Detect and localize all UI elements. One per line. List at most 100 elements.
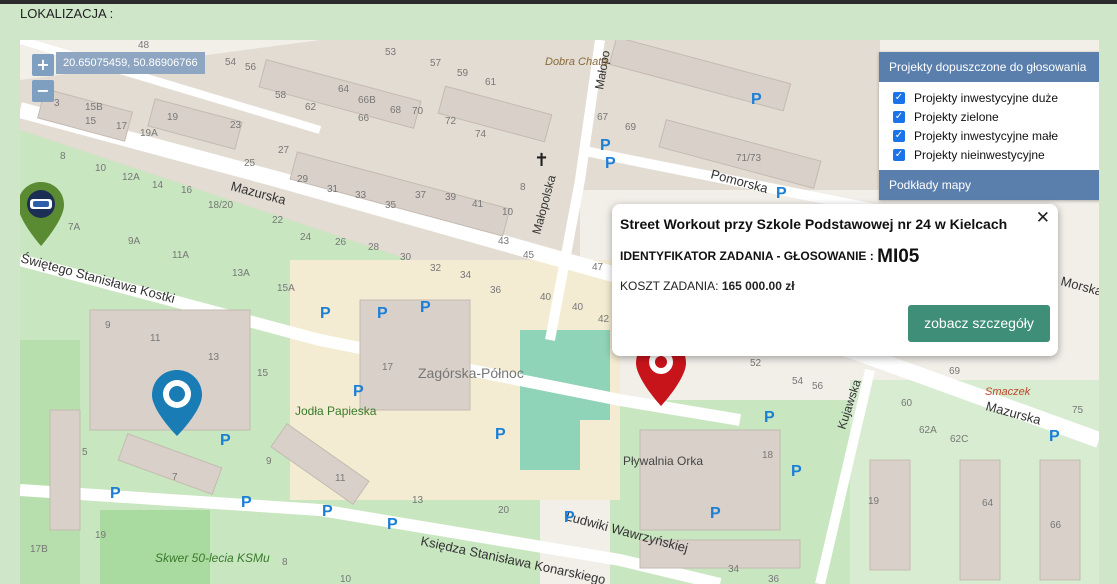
svg-text:26: 26: [335, 237, 347, 248]
layer-item-large-investment[interactable]: ✓ Projekty inwestycyjne duże: [893, 88, 1094, 107]
details-button[interactable]: zobacz szczegóły: [908, 305, 1050, 342]
place-label: Jodła Papieska: [295, 404, 377, 418]
place-label: Skwer 50-lecia KSMu: [155, 551, 270, 565]
parking-icon: P: [377, 305, 388, 322]
layer-item-small-investment[interactable]: ✓ Projekty inwestycyjne małe: [893, 126, 1094, 145]
svg-text:58: 58: [275, 90, 287, 101]
svg-text:40: 40: [572, 302, 584, 313]
svg-text:27: 27: [278, 145, 290, 156]
green-map-pin-icon[interactable]: [20, 180, 66, 248]
svg-text:24: 24: [300, 232, 312, 243]
top-bar: [0, 0, 1117, 4]
layer-label: Projekty nieinwestycyjne: [914, 147, 1045, 162]
svg-text:35: 35: [385, 200, 397, 211]
svg-text:53: 53: [385, 47, 397, 58]
svg-text:23: 23: [230, 120, 242, 131]
svg-text:69: 69: [625, 122, 637, 133]
popup-cost-value: 165 000.00 zł: [721, 279, 795, 293]
svg-text:64: 64: [338, 84, 350, 95]
svg-text:8: 8: [282, 557, 288, 568]
svg-text:15A: 15A: [277, 283, 295, 294]
svg-text:18: 18: [762, 450, 774, 461]
place-label: Smaczek: [985, 386, 1031, 398]
svg-text:52: 52: [750, 358, 762, 369]
svg-text:9: 9: [105, 320, 111, 331]
svg-text:66: 66: [358, 113, 370, 124]
base-maps-header[interactable]: Podkłady mapy: [879, 170, 1099, 200]
place-label: Zagórska-Północ: [418, 365, 524, 381]
svg-text:74: 74: [475, 129, 487, 140]
parking-icon: P: [764, 409, 775, 426]
parking-icon: P: [420, 299, 431, 316]
svg-text:5: 5: [82, 447, 88, 458]
layer-label: Projekty inwestycyjne duże: [914, 90, 1059, 105]
svg-text:17: 17: [116, 121, 128, 132]
svg-text:34: 34: [460, 270, 472, 281]
svg-text:20: 20: [498, 505, 510, 516]
parking-icon: P: [322, 503, 333, 520]
close-icon[interactable]: ✕: [1036, 208, 1050, 228]
map[interactable]: Mazurska Świętego Stanisława Kostki Mało…: [20, 40, 1099, 584]
svg-text:69: 69: [949, 366, 961, 377]
svg-text:42: 42: [598, 314, 610, 325]
svg-text:62C: 62C: [950, 434, 968, 445]
svg-text:10: 10: [95, 163, 107, 174]
svg-text:10: 10: [502, 207, 514, 218]
street-label: Morska: [1059, 273, 1099, 299]
svg-text:56: 56: [812, 381, 824, 392]
svg-text:13: 13: [412, 495, 424, 506]
checkbox-checked-icon[interactable]: ✓: [893, 110, 905, 123]
svg-text:39: 39: [445, 192, 457, 203]
parking-icon: P: [387, 516, 398, 533]
checkbox-checked-icon[interactable]: ✓: [893, 148, 905, 161]
svg-text:19A: 19A: [140, 128, 158, 139]
svg-text:16: 16: [181, 185, 193, 196]
popup-id-value: MI05: [877, 246, 920, 267]
svg-text:70: 70: [412, 106, 424, 117]
place-label: Pływalnia Orka: [623, 454, 703, 468]
parking-icon: P: [751, 91, 762, 108]
layers-header[interactable]: Projekty dopuszczone do głosowania: [879, 52, 1099, 82]
svg-text:62A: 62A: [919, 425, 937, 436]
svg-text:13: 13: [208, 352, 220, 363]
parking-icon: P: [564, 509, 575, 526]
parking-icon: P: [353, 383, 364, 400]
svg-text:17: 17: [382, 362, 394, 373]
svg-text:68: 68: [390, 105, 402, 116]
svg-text:3: 3: [54, 98, 60, 109]
popup-cost: KOSZT ZADANIA: 165 000.00 zł: [620, 279, 795, 293]
svg-text:15: 15: [257, 368, 269, 379]
layer-item-green[interactable]: ✓ Projekty zielone: [893, 107, 1094, 126]
layer-label: Projekty zielone: [914, 109, 999, 124]
svg-text:47: 47: [592, 262, 604, 273]
svg-text:28: 28: [368, 242, 380, 253]
svg-text:12A: 12A: [122, 172, 140, 183]
svg-text:54: 54: [792, 376, 804, 387]
parking-icon: P: [241, 494, 252, 511]
parking-icon: P: [495, 426, 506, 443]
svg-text:13A: 13A: [232, 268, 250, 279]
parking-icon: P: [710, 505, 721, 522]
checkbox-checked-icon[interactable]: ✓: [893, 91, 905, 104]
svg-text:33: 33: [355, 190, 367, 201]
parking-icon: P: [791, 463, 802, 480]
layers-list: ✓ Projekty inwestycyjne duże ✓ Projekty zi…: [879, 82, 1099, 170]
layer-item-non-investment[interactable]: ✓ Projekty nieinwestycyjne: [893, 145, 1094, 164]
svg-text:9: 9: [266, 456, 272, 467]
svg-text:41: 41: [472, 199, 484, 210]
zoom-out-button[interactable]: −: [32, 80, 54, 102]
red-map-pin-icon[interactable]: [634, 352, 688, 408]
checkbox-checked-icon[interactable]: ✓: [893, 129, 905, 142]
popup-id-label: IDENTYFIKATOR ZADANIA - GŁOSOWANIE :: [620, 249, 874, 264]
svg-text:66: 66: [1050, 520, 1062, 531]
parking-icon: P: [320, 305, 331, 322]
svg-text:29: 29: [297, 174, 309, 185]
parking-icon: P: [776, 185, 787, 202]
svg-text:22: 22: [272, 215, 284, 226]
zoom-in-button[interactable]: +: [32, 54, 54, 76]
svg-text:19: 19: [167, 112, 179, 123]
parking-icon: P: [1049, 428, 1060, 445]
svg-text:15B: 15B: [85, 102, 103, 113]
blue-map-pin-icon[interactable]: [150, 368, 204, 438]
svg-text:19: 19: [95, 530, 107, 541]
